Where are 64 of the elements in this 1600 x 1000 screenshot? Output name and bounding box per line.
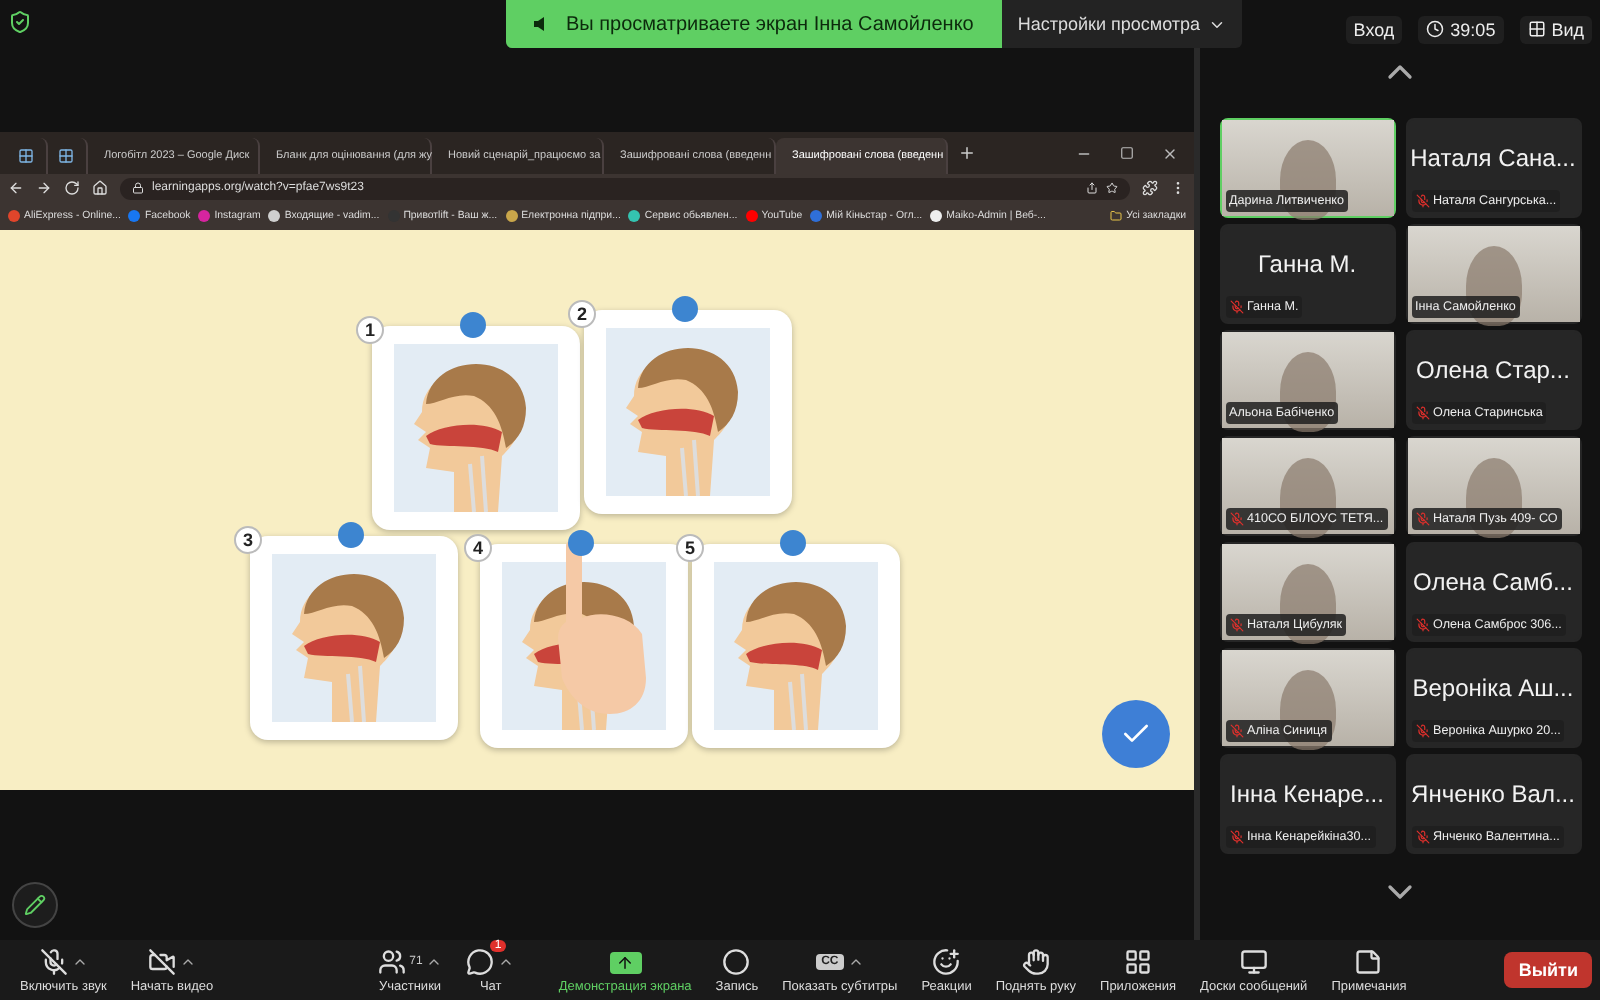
pin-icon <box>672 296 698 322</box>
record-icon <box>722 948 751 976</box>
participants-icon <box>377 948 406 976</box>
picture-card[interactable] <box>584 310 792 514</box>
maximize-icon[interactable] <box>1120 145 1134 159</box>
pin-icon <box>568 530 594 556</box>
card-number: 1 <box>356 316 384 344</box>
picture-card[interactable] <box>692 544 900 748</box>
participant-name: Вероніка Аш... <box>1412 674 1574 702</box>
card-number: 3 <box>234 526 262 554</box>
participant-name: Інна Кенаре... <box>1230 780 1384 808</box>
hand-icon <box>1021 948 1050 976</box>
apps-icon <box>1124 948 1153 976</box>
folder-icon <box>1110 210 1123 222</box>
lock-icon <box>132 182 144 194</box>
extensions-icon[interactable] <box>1142 180 1158 196</box>
clock-icon <box>1426 20 1445 38</box>
note-icon <box>1354 948 1383 976</box>
participant-name: Янченко Вал... <box>1411 780 1575 808</box>
shield-icon <box>8 10 32 34</box>
caret-icon[interactable] <box>498 954 515 970</box>
caret-icon[interactable] <box>180 954 197 970</box>
home-icon[interactable] <box>92 180 108 196</box>
grid-icon <box>58 148 74 164</box>
pin-icon <box>460 312 486 338</box>
view-button[interactable]: Вид <box>1519 15 1592 43</box>
card-number: 2 <box>568 300 596 328</box>
participant-name: Наталя Сана... <box>1410 144 1576 172</box>
participant-name: Олена Стар... <box>1416 356 1570 384</box>
muted-microphone-icon <box>39 948 68 976</box>
star-icon[interactable] <box>1106 182 1118 194</box>
chat-icon <box>466 948 495 976</box>
check-button[interactable] <box>1102 700 1170 768</box>
timer-text: 39:05 <box>1450 19 1496 39</box>
back-icon[interactable] <box>8 180 24 196</box>
leave-button[interactable]: Выйти <box>1504 952 1592 988</box>
caret-icon[interactable] <box>848 954 865 970</box>
monitor-icon <box>1239 948 1268 976</box>
sign-in-text[interactable]: Вход <box>1345 15 1403 43</box>
speaker-icon <box>534 16 550 32</box>
participant-name: Ганна М. <box>1257 250 1357 278</box>
card-number: 4 <box>464 534 492 562</box>
close-icon[interactable] <box>1162 145 1178 161</box>
forward-icon[interactable] <box>36 180 52 196</box>
video-off-icon <box>148 948 177 976</box>
pin-icon <box>780 530 806 556</box>
smiley-icon <box>932 948 961 976</box>
pin-icon <box>338 522 364 548</box>
picture-card[interactable] <box>250 536 458 740</box>
share-icon[interactable] <box>1086 182 1098 194</box>
view-options-button[interactable]: Настройки просмотра <box>1001 0 1243 48</box>
caret-icon[interactable] <box>71 954 88 970</box>
picture-card[interactable] <box>372 326 580 530</box>
annotate-button[interactable] <box>12 882 58 928</box>
share-screen-icon <box>609 951 642 973</box>
participant-name: Олена Самб... <box>1413 568 1573 596</box>
new-tab-icon[interactable] <box>958 144 976 162</box>
pencil-icon <box>24 894 46 916</box>
banner-text: Вы просматриваете экран Інна Самойленко <box>566 13 974 35</box>
caret-icon[interactable] <box>426 954 443 970</box>
grid-icon <box>18 148 34 164</box>
card-number: 5 <box>676 534 704 562</box>
grid-icon <box>1527 20 1546 38</box>
reload-icon[interactable] <box>64 180 80 196</box>
